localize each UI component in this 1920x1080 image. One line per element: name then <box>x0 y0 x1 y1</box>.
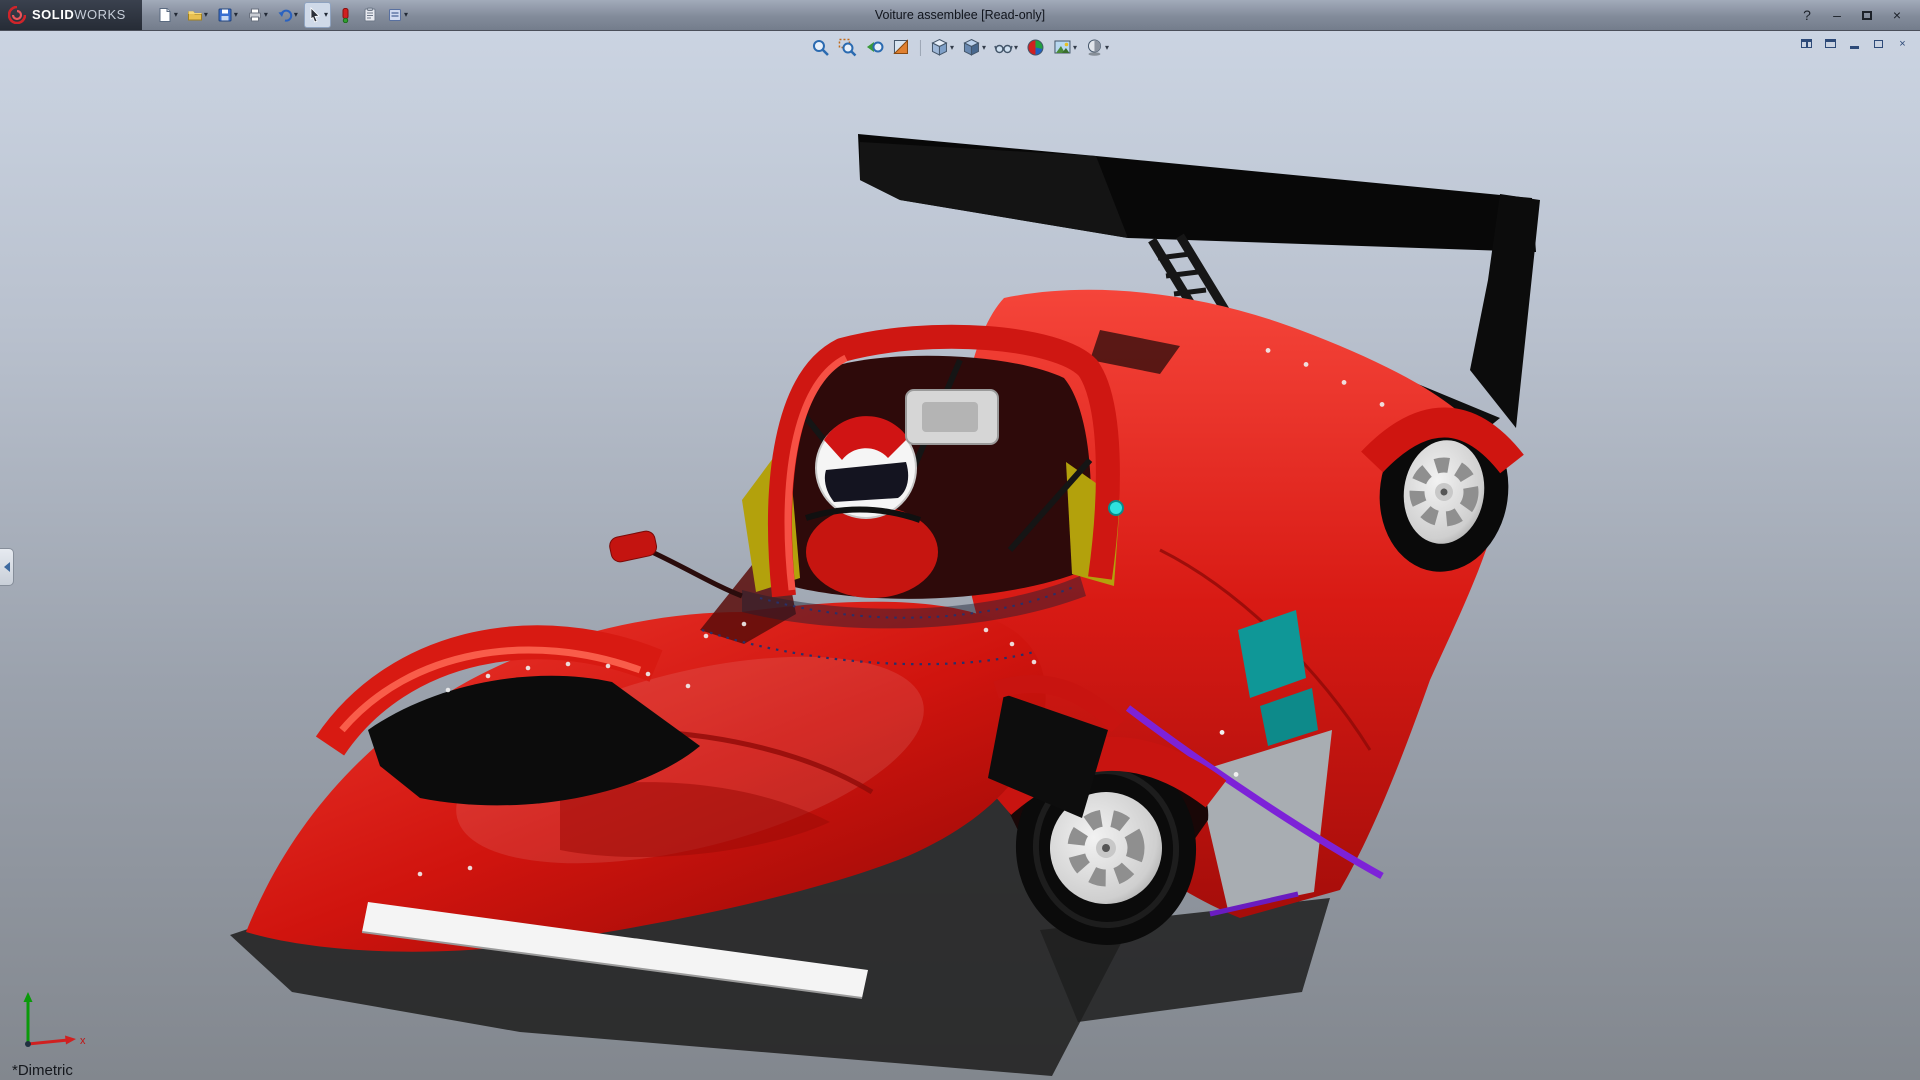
previous-view-button[interactable] <box>862 35 887 60</box>
feature-panel-collapse-tab[interactable] <box>0 548 14 586</box>
select-dropdown-caret[interactable]: ▾ <box>324 11 328 19</box>
open-folder-icon <box>187 7 203 23</box>
close-button[interactable]: × <box>1886 5 1908 25</box>
xpress-tools-button[interactable] <box>334 2 356 28</box>
minimize-button[interactable]: – <box>1826 5 1848 25</box>
display-style-icon <box>962 38 981 57</box>
view-settings-button[interactable]: ▾ <box>1082 35 1112 60</box>
child-restore-button[interactable] <box>1869 35 1888 52</box>
new-document-icon <box>157 7 173 23</box>
undo-button[interactable]: ▾ <box>274 2 301 28</box>
pane-view-button[interactable] <box>1821 35 1840 52</box>
new-dropdown-caret[interactable]: ▾ <box>174 11 178 19</box>
apply-scene-caret[interactable]: ▾ <box>1073 44 1077 52</box>
child-restore-icon <box>1874 40 1883 48</box>
save-dropdown-caret[interactable]: ▾ <box>234 11 238 19</box>
view-settings-caret[interactable]: ▾ <box>1105 44 1109 52</box>
xpress-tools-icon <box>337 7 353 23</box>
zoom-to-area-button[interactable] <box>835 35 860 60</box>
print-icon <box>247 7 263 23</box>
open-dropdown-caret[interactable]: ▾ <box>204 11 208 19</box>
print-button[interactable]: ▾ <box>244 2 271 28</box>
triad-x-label: x <box>80 1035 86 1047</box>
toolbar-separator <box>920 40 921 56</box>
view-orientation-caret[interactable]: ▾ <box>950 44 954 52</box>
child-window-controls: × <box>1797 35 1912 52</box>
heads-up-view-toolbar: ▾ ▾ ▾ <box>808 35 1112 60</box>
3d-scene[interactable] <box>0 30 1920 1080</box>
split-pane-button[interactable] <box>1797 35 1816 52</box>
help-button[interactable]: ? <box>1796 5 1818 25</box>
brand-works: WORKS <box>74 7 126 22</box>
zoom-to-fit-icon <box>811 38 830 57</box>
new-document-button[interactable]: ▾ <box>154 2 181 28</box>
brand-name: SOLIDWORKS <box>32 6 126 24</box>
zoom-to-fit-button[interactable] <box>808 35 833 60</box>
section-view-button[interactable] <box>889 35 914 60</box>
print-dropdown-caret[interactable]: ▾ <box>264 11 268 19</box>
select-tool-button[interactable]: ▾ <box>304 2 331 28</box>
cyan-marker <box>1109 501 1123 515</box>
display-style-caret[interactable]: ▾ <box>982 44 986 52</box>
previous-view-icon <box>865 38 884 57</box>
child-minimize-button[interactable] <box>1845 35 1864 52</box>
view-orientation-button[interactable]: ▾ <box>927 35 957 60</box>
view-orientation-cube-icon <box>930 38 949 57</box>
main-toolbar: ▾ ▾ ▾ ▾ <box>154 2 411 28</box>
split-pane-icon <box>1801 39 1812 48</box>
restore-button[interactable] <box>1856 5 1878 25</box>
options-dropdown-caret[interactable]: ▾ <box>404 11 408 19</box>
hide-show-caret[interactable]: ▾ <box>1014 44 1018 52</box>
restore-icon <box>1862 11 1872 20</box>
options-icon <box>387 7 403 23</box>
solidworks-3ds-logo-icon <box>8 6 26 24</box>
window-controls: ? – × <box>1796 5 1920 25</box>
child-close-button[interactable]: × <box>1893 35 1912 52</box>
pane-view-icon <box>1825 39 1836 48</box>
save-disk-icon <box>217 7 233 23</box>
display-style-button[interactable]: ▾ <box>959 35 989 60</box>
gray-box <box>906 390 998 444</box>
title-bar: SOLIDWORKS ▾ ▾ ▾ <box>0 0 1920 31</box>
brand-solid: SOLID <box>32 7 74 22</box>
solidworks-brand: SOLIDWORKS <box>0 0 142 30</box>
sketch-clipboard-button[interactable] <box>359 2 381 28</box>
apply-scene-button[interactable]: ▾ <box>1050 35 1080 60</box>
zoom-to-area-icon <box>838 38 857 57</box>
edit-appearance-ball-icon <box>1026 38 1045 57</box>
options-button[interactable]: ▾ <box>384 2 411 28</box>
hide-show-glasses-icon <box>994 38 1013 57</box>
view-orientation-status: *Dimetric <box>12 1062 73 1079</box>
side-mirror <box>608 529 742 596</box>
collapse-arrow-icon <box>4 562 10 572</box>
reference-triad: x <box>14 984 94 1056</box>
view-settings-icon <box>1085 38 1104 57</box>
undo-icon <box>277 7 293 23</box>
undo-dropdown-caret[interactable]: ▾ <box>294 11 298 19</box>
edit-appearance-button[interactable] <box>1023 35 1048 60</box>
section-view-icon <box>892 38 911 57</box>
child-minimize-icon <box>1850 46 1859 49</box>
open-button[interactable]: ▾ <box>184 2 211 28</box>
graphics-viewport[interactable]: ▾ ▾ ▾ <box>0 30 1920 1080</box>
sketch-clipboard-icon <box>362 7 378 23</box>
save-button[interactable]: ▾ <box>214 2 241 28</box>
apply-scene-icon <box>1053 38 1072 57</box>
select-cursor-icon <box>307 7 323 23</box>
hide-show-items-button[interactable]: ▾ <box>991 35 1021 60</box>
